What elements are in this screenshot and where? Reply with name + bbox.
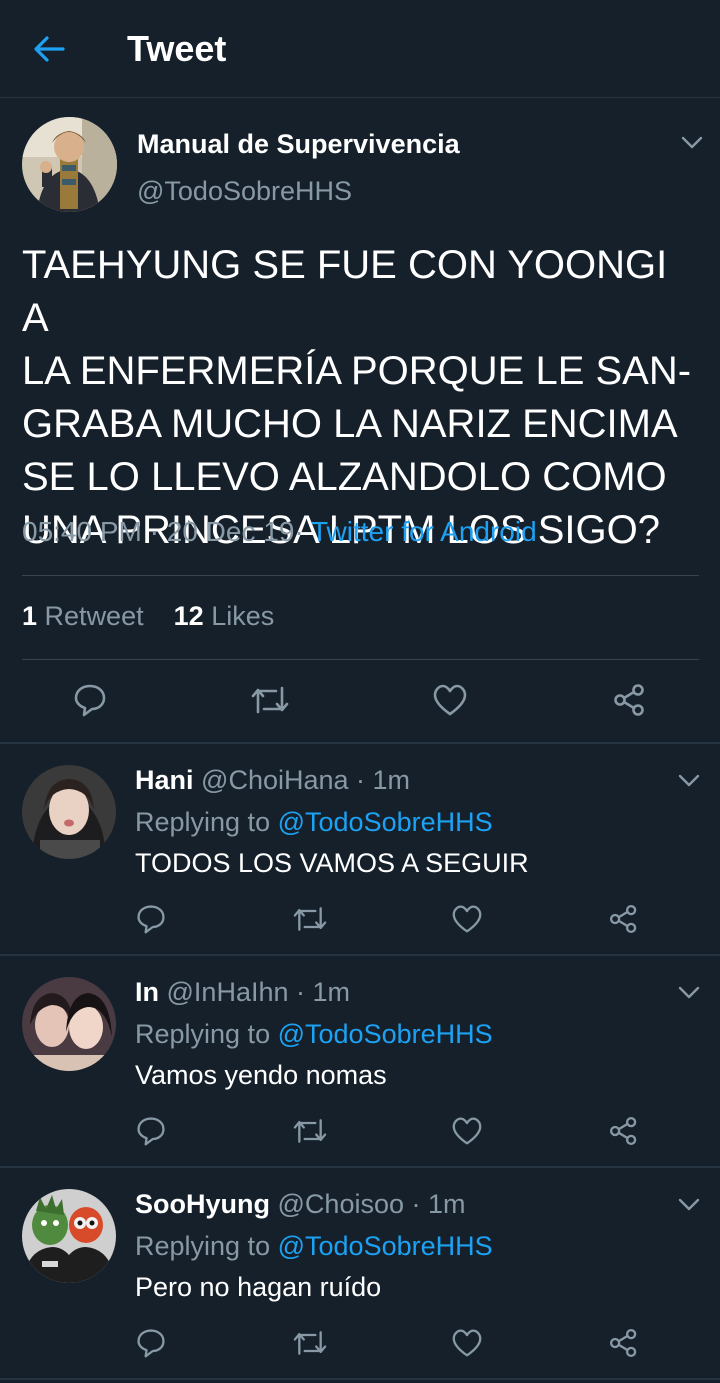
reply-author-handle[interactable]: @ChoiHana — [201, 765, 349, 795]
reply-tweet[interactable]: In @InHaIhn · 1m Replying to @TodoSobreH… — [0, 955, 720, 1167]
reply-author-handle[interactable]: @InHaIhn — [167, 977, 289, 1007]
tweet-date: 20 Dec 19 — [166, 516, 295, 547]
retweet-icon — [292, 1115, 328, 1147]
divider — [22, 659, 699, 660]
likes-stat[interactable]: 12 Likes — [174, 601, 275, 631]
reply-time: · 1m — [356, 765, 411, 795]
replying-to: Replying to @TodoSobreHHS — [135, 1231, 493, 1261]
share-icon — [608, 1327, 640, 1359]
share-button[interactable] — [604, 899, 644, 939]
tweet-text-line: TAEHYUNG SE FUE CON YOONGI A — [22, 243, 668, 340]
retweet-button[interactable] — [290, 1111, 330, 1151]
reply-button[interactable] — [70, 680, 110, 720]
page-title: Tweet — [127, 28, 227, 69]
reply-tweet[interactable]: SooHyung @Choisoo · 1m Replying to @Todo… — [0, 1167, 720, 1379]
tweet-text-line: GRABA MUCHO LA NARIZ ENCIMA — [22, 402, 678, 446]
avatar[interactable] — [22, 117, 117, 212]
reply-header: SooHyung @Choisoo · 1m — [135, 1189, 466, 1220]
reply-author-name[interactable]: In — [135, 977, 159, 1007]
reply-text: TODOS LOS VAMOS A SEGUIR — [135, 848, 529, 878]
chevron-down-icon[interactable] — [677, 985, 701, 1001]
avatar[interactable] — [22, 1189, 116, 1283]
like-button[interactable] — [447, 1111, 487, 1151]
reply-time: · 1m — [296, 977, 351, 1007]
retweet-icon — [292, 903, 328, 935]
heart-icon — [451, 904, 483, 934]
meta-separator: · — [294, 516, 304, 547]
retweet-button[interactable] — [290, 1323, 330, 1363]
reply-author-name[interactable]: Hani — [135, 765, 194, 795]
avatar[interactable] — [22, 765, 116, 859]
tweet-meta: 05:40 PM · 20 Dec 19· Twitter for Androi… — [22, 516, 537, 548]
retweet-button[interactable] — [290, 899, 330, 939]
avatar[interactable] — [22, 977, 116, 1071]
like-button[interactable] — [447, 1323, 487, 1363]
reply-button[interactable] — [131, 1111, 171, 1151]
tweet-text-line: LA ENFERMERÍA PORQUE LE SAN- — [22, 349, 692, 393]
mention-link[interactable]: @TodoSobreHHS — [278, 1231, 493, 1261]
top-bar: Tweet — [0, 0, 720, 98]
reply-button[interactable] — [131, 1323, 171, 1363]
replying-to: Replying to @TodoSobreHHS — [135, 1019, 493, 1049]
reply-header: In @InHaIhn · 1m — [135, 977, 350, 1008]
retweet-icon — [292, 1327, 328, 1359]
like-button[interactable] — [430, 680, 470, 720]
share-icon — [608, 903, 640, 935]
reply-text: Pero no hagan ruído — [135, 1272, 382, 1302]
chevron-down-icon[interactable] — [680, 135, 704, 151]
reply-author-name[interactable]: SooHyung — [135, 1189, 270, 1219]
reply-icon — [135, 1327, 167, 1359]
share-icon — [608, 1115, 640, 1147]
mention-link[interactable]: @TodoSobreHHS — [278, 807, 493, 837]
reply-icon — [135, 903, 167, 935]
arrow-left-icon — [33, 35, 65, 63]
reply-time: · 1m — [411, 1189, 466, 1219]
reply-author-handle[interactable]: @Choisoo — [278, 1189, 404, 1219]
reply-icon — [72, 682, 108, 718]
replying-to: Replying to @TodoSobreHHS — [135, 807, 493, 837]
retweets-stat[interactable]: 1 Retweet — [22, 601, 144, 631]
share-button[interactable] — [604, 1323, 644, 1363]
chevron-down-icon[interactable] — [677, 1197, 701, 1213]
reply-tweet[interactable]: Hani @ChoiHana · 1m Replying to @TodoSob… — [0, 743, 720, 955]
tweet-text-line: SE LO LLEVO ALZANDOLO COMO — [22, 455, 667, 499]
share-icon — [612, 682, 648, 718]
divider — [0, 1378, 720, 1380]
heart-icon — [451, 1116, 483, 1146]
reply-header: Hani @ChoiHana · 1m — [135, 765, 410, 796]
reply-text: Vamos yendo nomas — [135, 1060, 387, 1090]
like-button[interactable] — [447, 899, 487, 939]
main-tweet: Manual de Supervivencia @TodoSobreHHS TA… — [0, 99, 720, 742]
retweet-icon — [250, 682, 290, 718]
tweet-text: TAEHYUNG SE FUE CON YOONGI A LA ENFERMER… — [22, 239, 702, 557]
reply-icon — [135, 1115, 167, 1147]
tweet-source-link[interactable]: Twitter for Android — [311, 516, 537, 547]
share-button[interactable] — [604, 1111, 644, 1151]
divider — [22, 575, 699, 576]
heart-icon — [432, 683, 468, 717]
heart-icon — [451, 1328, 483, 1358]
author-handle[interactable]: @TodoSobreHHS — [137, 176, 352, 207]
share-button[interactable] — [610, 680, 650, 720]
retweet-button[interactable] — [250, 680, 290, 720]
chevron-down-icon[interactable] — [677, 773, 701, 789]
meta-separator: · — [149, 516, 159, 547]
author-name[interactable]: Manual de Supervivencia — [137, 129, 460, 160]
mention-link[interactable]: @TodoSobreHHS — [278, 1019, 493, 1049]
back-button[interactable] — [26, 26, 72, 72]
tweet-stats: 1 Retweet 12 Likes — [22, 601, 274, 632]
tweet-time: 05:40 PM — [22, 516, 142, 547]
reply-button[interactable] — [131, 899, 171, 939]
